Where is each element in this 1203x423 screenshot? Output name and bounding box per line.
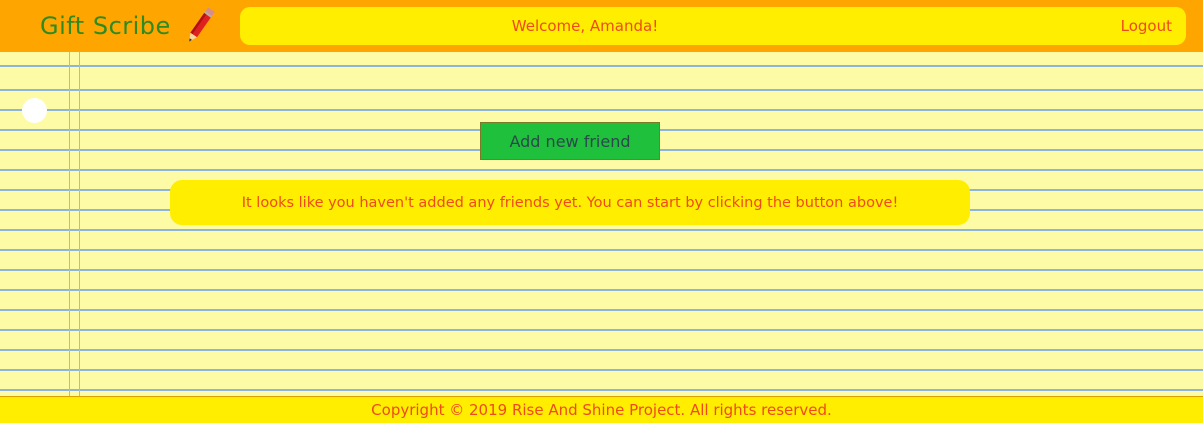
add-friend-button[interactable]: Add new friend (480, 122, 660, 160)
pencil-icon (188, 7, 215, 42)
brand-title[interactable]: Gift Scribe (40, 12, 171, 40)
header: Gift Scribe Welcome, Amanda! Logout (0, 0, 1203, 52)
notebook-paper: Add new friend It looks like you haven't… (0, 52, 1203, 396)
brand[interactable]: Gift Scribe (40, 6, 217, 46)
margin-line (69, 52, 70, 396)
footer: Copyright © 2019 Rise And Shine Project.… (0, 396, 1203, 423)
top-bar: Welcome, Amanda! Logout (240, 7, 1186, 45)
margin-line (79, 52, 80, 396)
binder-hole (22, 98, 47, 123)
logout-link[interactable]: Logout (1121, 7, 1172, 45)
empty-friends-message: It looks like you haven't added any frie… (170, 180, 970, 225)
welcome-message: Welcome, Amanda! (511, 17, 659, 35)
